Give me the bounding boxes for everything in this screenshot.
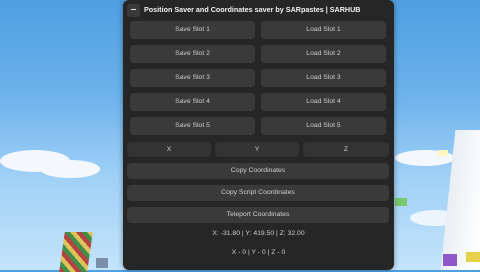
copy-coordinates-button[interactable]: Copy Coordinates bbox=[127, 163, 389, 179]
minimize-button[interactable]: – bbox=[127, 4, 140, 17]
cloud bbox=[40, 160, 100, 178]
teleport-coordinates-button[interactable]: Teleport Coordinates bbox=[127, 207, 389, 223]
save-slot-1-button[interactable]: Save Slot 1 bbox=[130, 21, 255, 39]
current-position-readout: X: -31.80 | Y: 419.50 | Z: 32.00 bbox=[212, 230, 305, 237]
load-slot-2-button[interactable]: Load Slot 2 bbox=[261, 45, 386, 63]
yellow-block bbox=[466, 252, 480, 262]
load-slot-1-button[interactable]: Load Slot 1 bbox=[261, 21, 386, 39]
load-slot-5-button[interactable]: Load Slot 5 bbox=[261, 117, 386, 135]
save-slot-5-button[interactable]: Save Slot 5 bbox=[130, 117, 255, 135]
y-input[interactable]: Y bbox=[215, 142, 299, 157]
gray-block bbox=[96, 258, 108, 268]
save-slot-3-button[interactable]: Save Slot 3 bbox=[130, 69, 255, 87]
copy-script-coordinates-button[interactable]: Copy Script Coordinates bbox=[127, 185, 389, 201]
load-slot-3-button[interactable]: Load Slot 3 bbox=[261, 69, 386, 87]
window-header[interactable]: – Position Saver and Coordinates saver b… bbox=[123, 0, 394, 22]
load-slot-4-button[interactable]: Load Slot 4 bbox=[261, 93, 386, 111]
striped-tower bbox=[59, 232, 93, 272]
window-title: Position Saver and Coordinates saver by … bbox=[144, 5, 361, 14]
x-input[interactable]: X bbox=[127, 142, 211, 157]
z-input[interactable]: Z bbox=[303, 142, 389, 157]
green-block bbox=[395, 198, 407, 206]
save-slot-2-button[interactable]: Save Slot 2 bbox=[130, 45, 255, 63]
save-slot-4-button[interactable]: Save Slot 4 bbox=[130, 93, 255, 111]
purple-block bbox=[443, 254, 457, 266]
position-saver-window: – Position Saver and Coordinates saver b… bbox=[123, 0, 394, 270]
yellow-block bbox=[438, 150, 448, 156]
offset-readout: X - 0 | Y - 0 | Z - 0 bbox=[231, 249, 286, 256]
